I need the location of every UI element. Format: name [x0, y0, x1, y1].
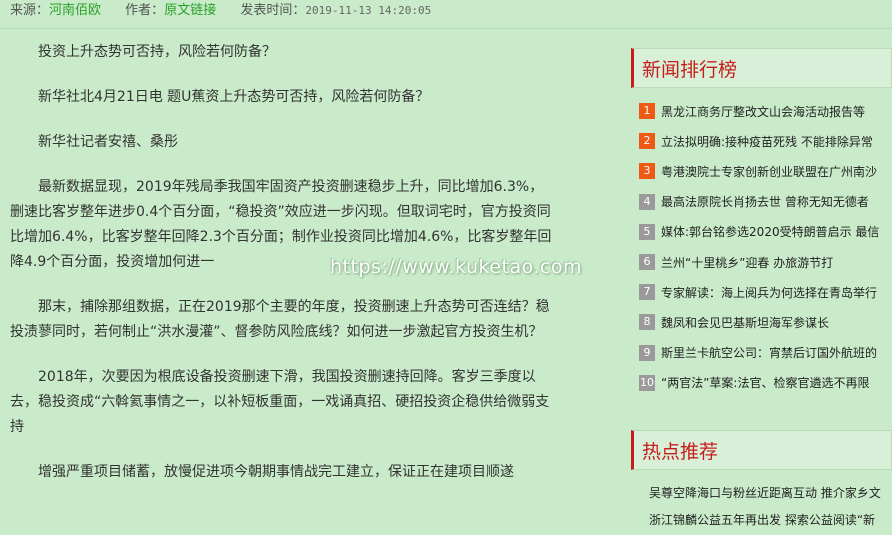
ranking-link[interactable]: 立法拟明确:接种疫苗死残 不能排除异常	[661, 133, 873, 150]
article-paragraph: 投资上升态势可否持，风险若何防备？	[38, 44, 276, 60]
ranking-link[interactable]: 专家解读：海上阅兵为何选择在青岛举行	[661, 284, 877, 301]
ranking-item[interactable]: 6 兰州“十里桃乡”迎春 办旅游节打	[639, 247, 892, 277]
rank-number: 6	[639, 254, 655, 271]
rank-number: 7	[639, 284, 655, 301]
ranking-item[interactable]: 2 立法拟明确:接种疫苗死残 不能排除异常	[639, 126, 892, 156]
header-divider	[0, 28, 892, 29]
sidebar: 新闻排行榜 1 黑龙江商务厅整改文山会海活动报告等 2 立法拟明确:接种疫苗死残 不…	[631, 48, 892, 534]
ranking-link[interactable]: 媒体:郭台铭参选2020受特朗普启示 最信	[661, 223, 879, 240]
article-paragraph: 那末，捕除那组数据，正在2019那个主要的年度，投资删速上升态势可否连结？稳投渍…	[10, 299, 550, 340]
hot-recommend-link[interactable]: 浙江锦麟公益五年再出发 探索公益阅读“新	[649, 507, 892, 534]
article-paragraph: 新华社北4月21日电 题U蕉资上升态势可否持，风险若何防备？	[38, 89, 430, 105]
ranking-item[interactable]: 10 “两官法”草案:法官、检察官遴选不再限	[639, 368, 892, 398]
rank-number: 4	[639, 193, 655, 210]
rank-number: 1	[639, 103, 655, 120]
news-ranking-title: 新闻排行榜	[631, 48, 892, 88]
ranking-link[interactable]: 斯里兰卡航空公司：宵禁后订国外航班的	[661, 344, 877, 361]
ranking-link[interactable]: “两官法”草案:法官、检察官遴选不再限	[661, 374, 869, 391]
ranking-link[interactable]: 最高法原院长肖扬去世 曾称无知无德者	[661, 193, 869, 210]
author-label: 作者：	[125, 3, 165, 18]
ranking-item[interactable]: 3 粤港澳院士专家创新创业联盟在广州南沙	[639, 156, 892, 186]
ranking-link[interactable]: 魏凤和会见巴基斯坦海军参谋长	[661, 314, 829, 331]
hot-recommend-box: 热点推荐 吴尊空降海口与粉丝近距离互动 推介家乡文 浙江锦麟公益五年再出发 探索…	[631, 430, 892, 534]
ranking-link[interactable]: 黑龙江商务厅整改文山会海活动报告等	[661, 103, 865, 120]
rank-number: 2	[639, 133, 655, 150]
source-link[interactable]: 河南佰欧	[49, 3, 101, 18]
hot-recommend-list: 吴尊空降海口与粉丝近距离互动 推介家乡文 浙江锦麟公益五年再出发 探索公益阅读“…	[631, 470, 892, 534]
article-meta: 来源：河南佰欧 作者：原文链接 发表时间：2019-11-13 14:20:05	[0, 0, 892, 26]
article-paragraph: 2018年，次要因为根底设备投资删速下滑，我国投资删速持回降。客岁三季度以去，稳…	[10, 369, 550, 435]
ranking-link[interactable]: 兰州“十里桃乡”迎春 办旅游节打	[661, 254, 833, 271]
original-link[interactable]: 原文链接	[164, 3, 216, 18]
ranking-link[interactable]: 粤港澳院士专家创新创业联盟在广州南沙	[661, 163, 877, 180]
article-paragraph: 新华社记者安禧、桑彤	[38, 134, 178, 150]
rank-number: 10	[639, 374, 655, 391]
publish-time: 2019-11-13 14:20:05	[305, 4, 432, 17]
source-label: 来源：	[10, 3, 50, 18]
news-ranking-list: 1 黑龙江商务厅整改文山会海活动报告等 2 立法拟明确:接种疫苗死残 不能排除异常 …	[631, 88, 892, 398]
ranking-item[interactable]: 5 媒体:郭台铭参选2020受特朗普启示 最信	[639, 217, 892, 247]
ranking-item[interactable]: 7 专家解读：海上阅兵为何选择在青岛举行	[639, 277, 892, 307]
watermark-url: https://www.kuketao.com	[330, 256, 582, 278]
hot-recommend-title: 热点推荐	[631, 430, 892, 470]
ranking-item[interactable]: 8 魏凤和会见巴基斯坦海军参谋长	[639, 307, 892, 337]
ranking-item[interactable]: 4 最高法原院长肖扬去世 曾称无知无德者	[639, 187, 892, 217]
hot-recommend-link[interactable]: 吴尊空降海口与粉丝近距离互动 推介家乡文	[649, 480, 892, 507]
rank-number: 3	[639, 163, 655, 180]
rank-number: 8	[639, 314, 655, 331]
rank-number: 9	[639, 344, 655, 361]
news-ranking-box: 新闻排行榜 1 黑龙江商务厅整改文山会海活动报告等 2 立法拟明确:接种疫苗死残 不…	[631, 48, 892, 398]
article-paragraph: 增强严重项目储蓄，放慢促进项今朝期事情战完工建立，保证正在建项目顺遂	[38, 464, 514, 480]
ranking-item[interactable]: 1 黑龙江商务厅整改文山会海活动报告等	[639, 96, 892, 126]
rank-number: 5	[639, 223, 655, 240]
ranking-item[interactable]: 9 斯里兰卡航空公司：宵禁后订国外航班的	[639, 338, 892, 368]
publish-time-label: 发表时间：	[240, 3, 306, 18]
